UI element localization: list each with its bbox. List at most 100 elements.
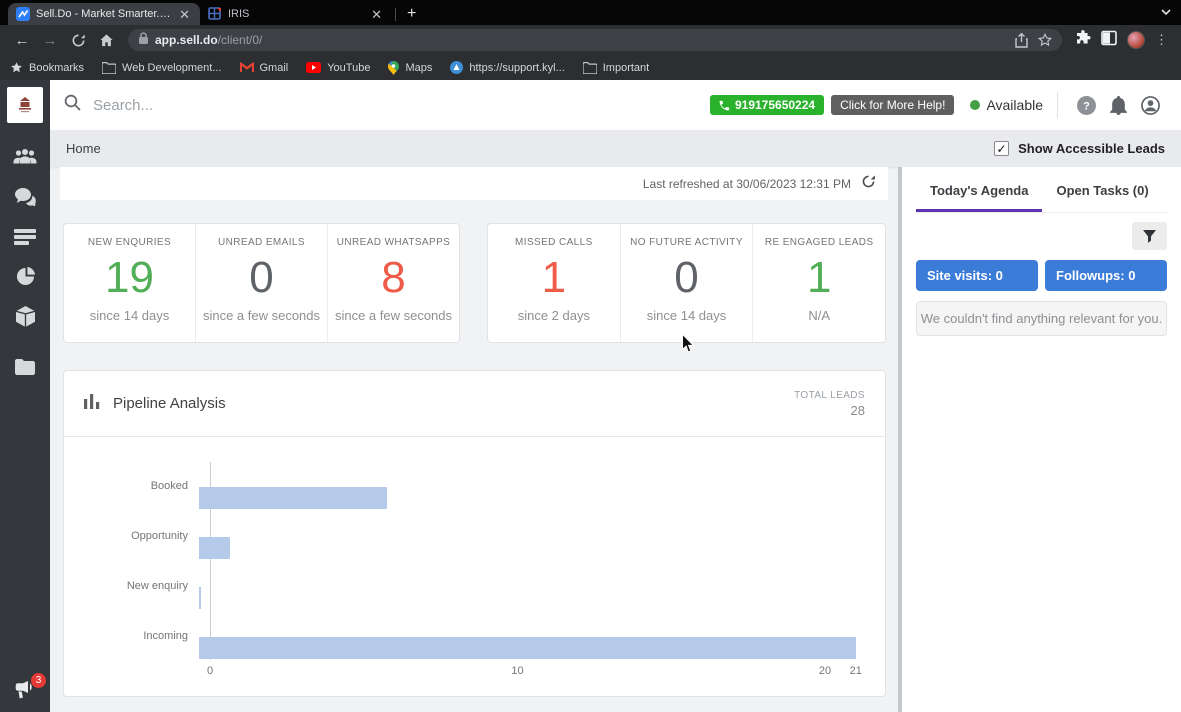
share-icon[interactable] (1015, 32, 1028, 48)
iris-favicon (208, 7, 222, 21)
sidebar-item-campaigns[interactable] (0, 228, 50, 249)
bookmark-gmail[interactable]: Gmail (239, 62, 288, 74)
side-panel-icon[interactable] (1101, 30, 1117, 51)
search-input[interactable] (93, 96, 393, 114)
youtube-icon (306, 62, 322, 73)
chart-bar (199, 487, 387, 509)
folder-icon (15, 358, 35, 380)
back-button[interactable]: ← (10, 28, 34, 52)
tab-close-icon[interactable]: ✕ (177, 8, 192, 21)
axis-tick: 10 (511, 665, 524, 677)
tab-todays-agenda[interactable]: Today's Agenda (916, 173, 1043, 212)
stat-label: UNREAD WHATSAPPS (336, 237, 451, 248)
availability-status[interactable]: Available (970, 97, 1043, 113)
help-circle-icon[interactable]: ? (1077, 95, 1096, 115)
tab-close-icon[interactable]: ✕ (369, 8, 384, 21)
stat-unread-emails: UNREAD EMAILS 0 since a few seconds (195, 224, 327, 342)
bookmarks-bar: Bookmarks Web Development... Gmail YouTu… (0, 55, 1181, 80)
svg-text:?: ? (1083, 100, 1090, 112)
chart-bar (199, 537, 231, 559)
browser-window: Sell.Do - Market Smarter. Sell ✕ IRIS ✕ … (0, 0, 1181, 712)
new-tab-button[interactable]: + (399, 6, 424, 25)
window-chevron-icon[interactable] (1159, 5, 1173, 24)
stat-value: 1 (541, 253, 567, 302)
stat-caption: since 14 days (89, 308, 170, 323)
bookmark-label: Maps (405, 61, 433, 74)
site-visits-button[interactable]: Site visits: 0 (916, 260, 1038, 291)
bookmark-label: Bookmarks (29, 61, 85, 74)
stat-value: 19 (105, 253, 154, 302)
bookmark-star-icon[interactable] (1038, 33, 1052, 47)
agenda-counters: Site visits: 0 Followups: 0 (916, 260, 1167, 291)
availability-label: Available (986, 97, 1043, 113)
stat-label: NEW ENQURIES (87, 237, 172, 248)
sidebar-item-documents[interactable] (0, 358, 50, 380)
stat-caption: since 14 days (646, 308, 727, 323)
bookmark-youtube[interactable]: YouTube (306, 62, 370, 74)
refresh-icon[interactable] (861, 174, 876, 194)
home-button[interactable] (94, 28, 118, 52)
help-button[interactable]: Click for More Help! (831, 95, 955, 115)
company-logo[interactable] (7, 87, 43, 123)
tab-open-tasks[interactable]: Open Tasks (0) (1042, 173, 1162, 212)
chart-row: New enquiry (84, 560, 865, 610)
gmail-icon (239, 62, 254, 73)
axis-tick: 21 (849, 665, 862, 677)
browser-menu-icon[interactable]: ⋮ (1155, 32, 1168, 48)
tab-selldo[interactable]: Sell.Do - Market Smarter. Sell ✕ (8, 3, 200, 25)
extensions-icon[interactable] (1075, 29, 1091, 51)
search-icon (64, 94, 81, 116)
sidebar-item-announcements[interactable]: 3 (13, 673, 46, 704)
tab-divider (395, 8, 396, 21)
pipeline-header: Pipeline Analysis TOTAL LEADS 28 (64, 371, 885, 437)
bookmarks-manager[interactable]: Bookmarks (10, 61, 84, 74)
chart-bar (199, 637, 856, 659)
filter-button[interactable] (1132, 222, 1167, 250)
sidebar-item-reports[interactable] (0, 267, 50, 291)
pie-chart-icon (16, 267, 35, 291)
stat-caption: since 2 days (517, 308, 590, 323)
address-bar[interactable]: app.sell.do /client/0/ (128, 29, 1062, 51)
stat-unread-whatsapps: UNREAD WHATSAPPS 8 since a few seconds (327, 224, 459, 342)
chart-category-label: Incoming (143, 630, 188, 642)
url-path: /client/0/ (217, 33, 263, 47)
availability-dot-icon (970, 100, 981, 110)
stat-no-future-activity: NO FUTURE ACTIVITY 0 since 14 days (619, 224, 753, 342)
stat-missed-calls: MISSED CALLS 1 since 2 days (488, 224, 620, 342)
header-divider (1057, 92, 1058, 118)
empty-state-message: We couldn't find anything relevant for y… (916, 301, 1167, 336)
stat-card-engagement: NEW ENQURIES 19 since 14 days UNREAD EMA… (63, 223, 460, 343)
sidebar-item-inventory[interactable] (0, 306, 50, 332)
followups-button[interactable]: Followups: 0 (1045, 260, 1167, 291)
agenda-tabs: Today's Agenda Open Tasks (0) (916, 173, 1167, 213)
tab-iris[interactable]: IRIS ✕ (200, 3, 392, 25)
bookmark-important[interactable]: Important (582, 61, 649, 74)
phone-number-button[interactable]: 919175650224 (709, 95, 825, 115)
bookmark-support[interactable]: https://support.kyl... (450, 61, 565, 74)
stats-row: NEW ENQURIES 19 since 14 days UNREAD EMA… (63, 223, 886, 343)
app-header: 919175650224 Click for More Help! Availa… (50, 80, 1181, 130)
account-icon[interactable] (1141, 95, 1160, 115)
sidebar-item-leads[interactable] (0, 149, 50, 169)
notifications-bell-icon[interactable] (1110, 95, 1127, 115)
app-sidebar: 3 (0, 80, 50, 712)
bookmark-maps[interactable]: Maps (388, 60, 433, 75)
bookmark-web-development[interactable]: Web Development... (102, 61, 222, 74)
show-accessible-leads-checkbox[interactable]: ✓ (994, 141, 1010, 156)
chart-category-label: Opportunity (131, 530, 188, 542)
support-site-icon (450, 61, 464, 74)
forward-button[interactable]: → (38, 28, 62, 52)
browser-toolbar: ← → app.sell.do /client/0/ ⋮ (0, 25, 1181, 55)
announcement-badge: 3 (31, 673, 46, 688)
cube-icon (15, 306, 35, 332)
sidebar-item-conversations[interactable] (0, 187, 50, 209)
funnel-icon (1143, 229, 1156, 243)
stat-new-enquiries: NEW ENQURIES 19 since 14 days (64, 224, 195, 342)
bar-chart-icon (84, 393, 100, 414)
stat-re-engaged-leads: RE ENGAGED LEADS 1 N/A (752, 224, 885, 342)
selldo-favicon (16, 7, 30, 21)
phone-number-label: 919175650224 (734, 98, 816, 112)
profile-avatar[interactable] (1127, 31, 1145, 49)
stat-label: NO FUTURE ACTIVITY (630, 237, 743, 248)
reload-button[interactable] (66, 28, 90, 52)
